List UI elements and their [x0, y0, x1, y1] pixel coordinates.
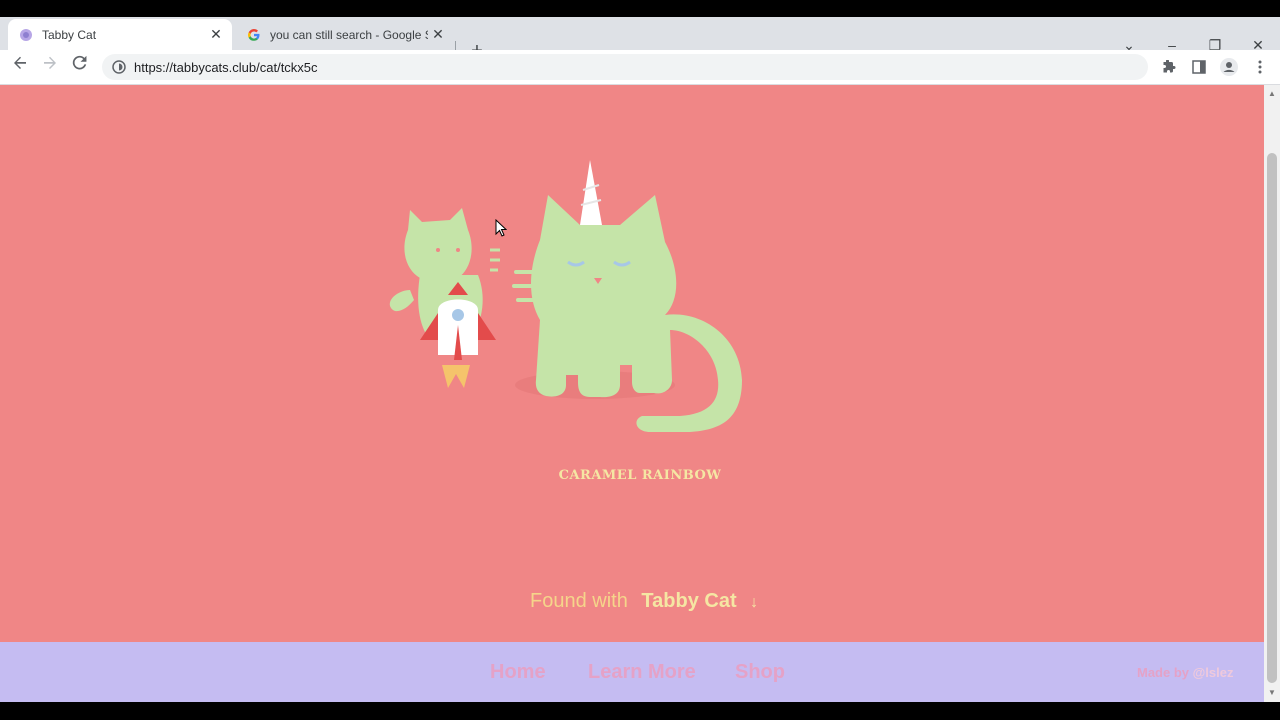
cat-name-label: CARAMEL RAINBOW: [558, 468, 722, 483]
browser-toolbar: https://tabbycats.club/cat/tckx5c: [0, 50, 1280, 85]
scrollbar-thumb[interactable]: [1267, 153, 1277, 683]
brand-name: Tabby Cat: [641, 590, 737, 612]
tab-tabby-cat[interactable]: Tabby Cat ✕: [8, 19, 232, 50]
close-tab-icon[interactable]: ✕: [428, 26, 448, 43]
credit-prefix: Made by: [1137, 665, 1193, 680]
footer-credit[interactable]: Made by @lslez: [1137, 665, 1234, 680]
close-tab-icon[interactable]: ✕: [206, 26, 226, 43]
credit-handle: @lslez: [1192, 665, 1234, 680]
small-rocket-cat: [389, 208, 500, 388]
mouse-cursor-icon: [495, 219, 507, 237]
tab-title: Tabby Cat: [42, 27, 97, 42]
found-with-text: Found with: [530, 590, 628, 612]
found-with-tabby-cat-link[interactable]: Found with Tabby Cat ↓: [530, 590, 758, 613]
site-footer: Home Learn More Shop Made by @lslez: [0, 642, 1264, 702]
footer-link-home[interactable]: Home: [490, 661, 546, 684]
profile-avatar-icon[interactable]: [1219, 57, 1239, 77]
extensions-puzzle-icon[interactable]: [1159, 57, 1179, 77]
site-info-icon[interactable]: [112, 60, 126, 74]
google-favicon-icon: [246, 27, 262, 43]
screen-top-bar: [0, 0, 1280, 17]
footer-link-learn-more[interactable]: Learn More: [588, 661, 696, 684]
browser-menu-icon[interactable]: [1250, 57, 1270, 77]
back-arrow-icon[interactable]: [8, 55, 32, 79]
tab-google-search[interactable]: you can still search - Google Sea ✕: [236, 19, 454, 50]
forward-arrow-icon[interactable]: [38, 55, 62, 79]
url-text: https://tabbycats.club/cat/tckx5c: [134, 59, 318, 75]
page-scrollbar[interactable]: ▲ ▼: [1264, 85, 1280, 702]
cat-illustration: [389, 160, 742, 432]
scroll-up-arrow-icon[interactable]: ▲: [1268, 89, 1276, 98]
reload-icon[interactable]: [68, 55, 92, 79]
tabby-cat-favicon-icon: [18, 27, 34, 43]
down-arrow-icon: ↓: [750, 594, 759, 611]
scroll-down-arrow-icon[interactable]: ▼: [1268, 688, 1276, 697]
tab-title: you can still search - Google Sea: [270, 27, 428, 42]
footer-link-shop[interactable]: Shop: [735, 661, 785, 684]
screen-bottom-bar: [0, 702, 1280, 720]
big-unicorn-cat: [512, 160, 742, 432]
side-panel-icon[interactable]: [1189, 57, 1209, 77]
tab-strip: Tabby Cat ✕ you can still search - Googl…: [0, 17, 1280, 62]
address-bar[interactable]: https://tabbycats.club/cat/tckx5c: [102, 54, 1148, 80]
